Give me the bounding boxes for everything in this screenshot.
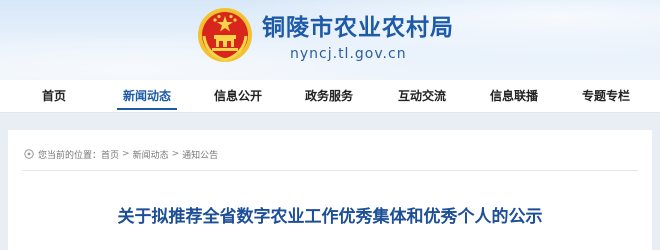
nav-item-label: 新闻动态 [123,89,172,103]
location-icon [24,149,34,159]
nav-item-special-topics[interactable]: 专题专栏 [582,80,630,112]
site-header: 铜陵市农业农村局 nyncj.tl.gov.cn [0,0,660,80]
nav-item-interaction[interactable]: 互动交流 [398,80,446,112]
content-panel: 您当前的位置： 首页 > 新闻动态 > 通知公告 关于拟推荐全省数字农业工作优秀… [8,130,652,250]
nav-item-label: 专题专栏 [582,89,631,103]
site-title: 铜陵市农业农村局 [262,15,454,41]
breadcrumb: 您当前的位置： 首页 > 新闻动态 > 通知公告 [24,146,218,162]
breadcrumb-separator: > [171,149,180,159]
breadcrumb-news[interactable]: 新闻动态 [133,148,169,161]
nav-item-info-broadcast[interactable]: 信息联播 [490,80,538,112]
breadcrumb-notices[interactable]: 通知公告 [182,148,218,161]
nav-item-news[interactable]: 新闻动态 [117,80,177,112]
breadcrumb-home[interactable]: 首页 [101,148,119,161]
article-title: 关于拟推荐全省数字农业工作优秀集体和优秀个人的公示 [117,207,543,227]
breadcrumb-separator: > [122,149,130,159]
nav-item-label: 首页 [41,89,66,103]
nav-item-label: 信息公开 [214,89,263,103]
breadcrumb-divider [22,170,638,171]
nav-item-label: 政务服务 [305,89,354,103]
nav-item-label: 信息联播 [490,89,539,103]
breadcrumb-prefix: 您当前的位置： [38,150,102,161]
nav-item-label: 互动交流 [398,89,447,103]
main-nav: 首页 新闻动态 信息公开 政务服务 互动交流 信息联播 专题专栏 [0,80,660,113]
nav-item-home[interactable]: 首页 [40,80,68,112]
site-domain: nyncj.tl.gov.cn [290,46,407,62]
nav-item-gov-services[interactable]: 政务服务 [305,80,353,112]
nav-item-info-disclosure[interactable]: 信息公开 [214,80,262,112]
active-tab-indicator [117,108,177,110]
national-emblem-icon [198,8,252,62]
